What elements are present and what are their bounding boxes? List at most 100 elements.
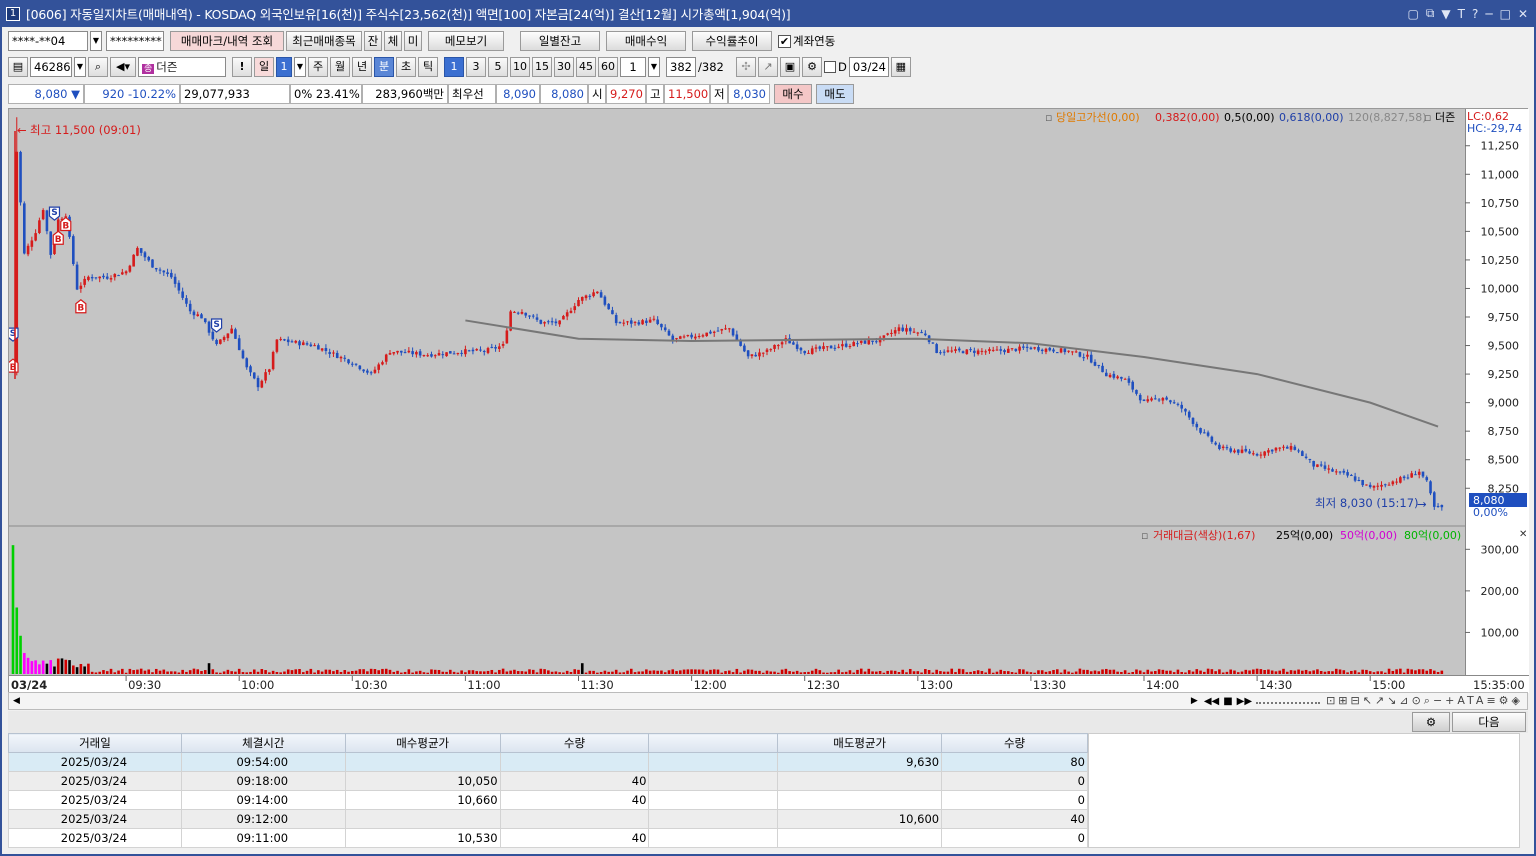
interval-button-30[interactable]: 30 — [554, 57, 574, 77]
stock-list-icon[interactable]: ▤ — [8, 57, 28, 77]
zoom-slider[interactable] — [1256, 698, 1321, 704]
volume-bar — [19, 635, 22, 674]
price-chart-area[interactable]: SBSBBBS 11,250 11,000 10,750 10,500 10,250 10… — [8, 108, 1529, 693]
window-icon[interactable]: ▢ — [1407, 7, 1418, 21]
account-input[interactable]: ****-**04 — [8, 31, 88, 51]
header-buy-avg[interactable]: 매수평균가 — [344, 733, 501, 753]
volume-bar — [1165, 670, 1168, 674]
trade-profit-button[interactable]: 매매수익 — [606, 31, 686, 51]
period-year-button[interactable]: 년 — [352, 57, 372, 77]
volume-bar — [328, 669, 331, 674]
date-input[interactable]: 03/24 — [848, 57, 889, 77]
help-icon[interactable]: ? — [1472, 7, 1478, 21]
period-day-dropdown-icon[interactable]: ▼ — [294, 57, 306, 77]
header-trade-date[interactable]: 거래일 — [8, 733, 182, 753]
minimize-icon[interactable]: ─ — [1485, 7, 1492, 21]
volume-bar — [286, 669, 290, 674]
close-icon[interactable]: ✕ — [1518, 7, 1528, 21]
stop-icon[interactable]: ■ — [1223, 696, 1232, 707]
table-settings-icon[interactable]: ⚙ — [1412, 712, 1450, 732]
table-row[interactable]: 2025/03/24 09:54:00 9,630 80 — [8, 752, 1088, 772]
candle — [1285, 446, 1289, 449]
alert-icon[interactable]: ! — [232, 57, 252, 77]
chart-scrollbar[interactable]: ◀ ▶ ◀◀ ■ ▶▶ ⊡⊞⊟↖↗↘⊿⊙⌕−+ATA≡⚙◈ — [8, 692, 1528, 710]
balance-button[interactable]: 잔 — [364, 31, 382, 51]
maximize-icon[interactable]: □ — [1500, 7, 1511, 21]
candle — [268, 369, 271, 372]
period-day-value[interactable]: 1 — [276, 57, 292, 77]
shown-count-input[interactable]: 382 — [666, 57, 696, 77]
header-exec-time[interactable]: 체결시간 — [180, 733, 346, 753]
period-min-button[interactable]: 분 — [374, 57, 394, 77]
count-dropdown-icon[interactable]: ▼ — [648, 57, 660, 77]
interval-button-15[interactable]: 15 — [532, 57, 552, 77]
candle — [449, 351, 452, 354]
return-trend-button[interactable]: 수익률추이 — [692, 31, 772, 51]
price-change: 920 -10.22% — [84, 84, 180, 104]
daily-balance-button[interactable]: 일별잔고 — [520, 31, 600, 51]
table-row[interactable]: 2025/03/24 09:18:00 10,050 40 0 — [8, 771, 1088, 791]
exec-button[interactable]: 체 — [384, 31, 402, 51]
candlestick-chart[interactable]: SBSBBBS 11,25011,00010,75010,50010,25010… — [9, 109, 1529, 675]
crosshair-icon[interactable]: ✣ — [736, 57, 756, 77]
stock-name-field[interactable]: 종 더즌 — [138, 57, 226, 77]
trade-mark-label: B — [55, 235, 62, 245]
speaker-icon[interactable]: ◀▾ — [110, 57, 136, 77]
candle — [1421, 471, 1425, 477]
period-tick-button[interactable]: 틱 — [418, 57, 438, 77]
next-button[interactable]: 다음 — [1452, 712, 1526, 732]
period-week-button[interactable]: 주 — [308, 57, 328, 77]
volume-bar — [1093, 670, 1097, 674]
sell-button[interactable]: 매도 — [816, 84, 854, 104]
memo-button[interactable]: 메모보기 — [428, 31, 504, 51]
table-row[interactable]: 2025/03/24 09:12:00 10,600 40 — [8, 809, 1088, 829]
count-input[interactable]: 1 — [620, 57, 646, 77]
scroll-right-icon[interactable]: ▶ — [1191, 696, 1198, 706]
calendar-icon[interactable]: ▦ — [890, 57, 911, 77]
trade-mark-button[interactable]: 매매마크/내역 조회 — [170, 31, 284, 51]
stock-code-input[interactable]: 462860 — [30, 57, 72, 77]
table-row[interactable]: 2025/03/24 09:11:00 10,530 40 0 — [8, 828, 1088, 848]
settings-gear-icon[interactable]: ⚙ — [802, 57, 822, 77]
interval-button-1[interactable]: 1 — [444, 57, 464, 77]
table-row[interactable]: 2025/03/24 09:14:00 10,660 40 0 — [8, 790, 1088, 810]
buy-button[interactable]: 매수 — [774, 84, 812, 104]
interval-button-45[interactable]: 45 — [576, 57, 596, 77]
interval-button-3[interactable]: 3 — [466, 57, 486, 77]
volume-bar — [1357, 672, 1361, 674]
volume-bar — [1432, 670, 1436, 674]
pin-icon[interactable]: ▼ — [1441, 7, 1450, 21]
draw-tool-icon[interactable]: ↗ — [758, 57, 778, 77]
unexec-button[interactable]: 미 — [404, 31, 422, 51]
interval-button-60[interactable]: 60 — [598, 57, 618, 77]
candle — [1353, 476, 1357, 481]
header-sell-avg[interactable]: 매도평균가 — [777, 733, 943, 753]
save-icon[interactable]: ▣ — [780, 57, 800, 77]
period-sec-button[interactable]: 초 — [396, 57, 416, 77]
volume-bar — [739, 672, 742, 674]
account-dropdown-icon[interactable]: ▼ — [90, 31, 102, 51]
rewind-icon[interactable]: ◀◀ — [1204, 696, 1219, 707]
search-icon[interactable]: ⌕ — [88, 57, 108, 77]
volume-bar — [1327, 671, 1331, 674]
table-cell: 09:54:00 — [180, 752, 346, 772]
scroll-left-icon[interactable]: ◀ — [13, 696, 20, 706]
period-month-button[interactable]: 월 — [330, 57, 350, 77]
window-number-badge[interactable]: 1 — [6, 6, 20, 21]
fast-forward-icon[interactable]: ▶▶ — [1237, 696, 1252, 707]
font-icon[interactable]: T — [1458, 7, 1465, 21]
chart-tools-icon[interactable]: ⊡⊞⊟↖↗↘⊿⊙⌕−+ATA≡⚙◈ — [1326, 694, 1523, 708]
tile-icon[interactable]: ⧉ — [1426, 6, 1435, 21]
password-input[interactable]: ********* — [106, 31, 164, 51]
interval-button-5[interactable]: 5 — [488, 57, 508, 77]
period-day-button[interactable]: 일 — [254, 57, 274, 77]
interval-button-10[interactable]: 10 — [510, 57, 530, 77]
candle — [166, 272, 169, 275]
recent-trades-button[interactable]: 최근매매종목 — [286, 31, 362, 51]
account-link-checkbox[interactable]: ✔ — [778, 34, 791, 48]
d-checkbox[interactable] — [824, 61, 836, 73]
stock-code-dropdown-icon[interactable]: ▼ — [74, 57, 86, 77]
header-sell-qty[interactable]: 수량 — [941, 733, 1088, 753]
volume-bar — [339, 671, 343, 674]
header-buy-qty[interactable]: 수량 — [499, 733, 650, 753]
